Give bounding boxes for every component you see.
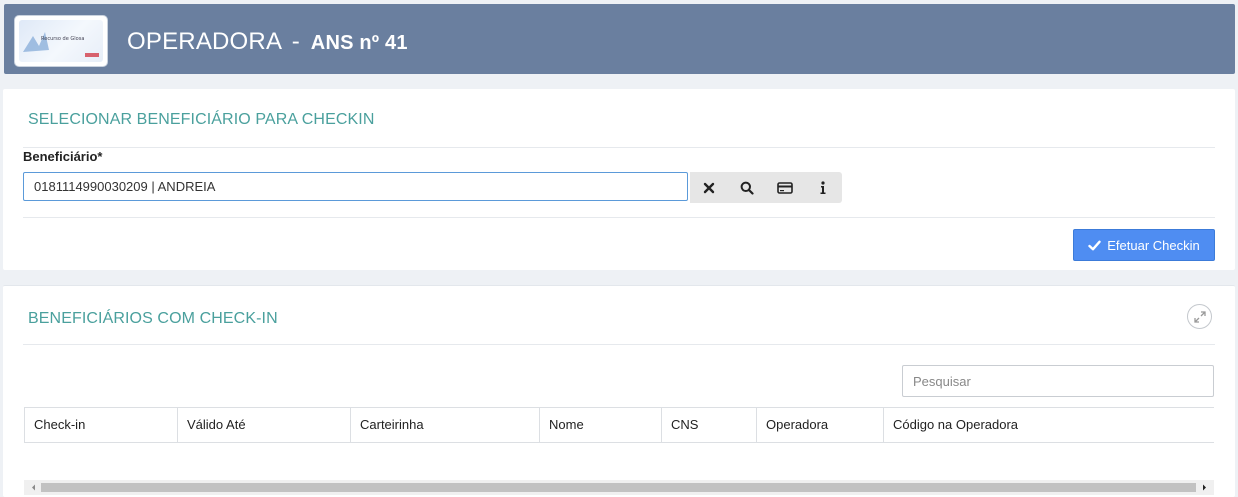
search-icon — [740, 181, 754, 195]
ans-number: ANS nº 41 — [310, 32, 408, 54]
efetuar-checkin-label: Efetuar Checkin — [1107, 237, 1200, 253]
divider — [23, 344, 1215, 345]
beneficiary-addons — [690, 172, 842, 203]
divider — [23, 147, 1215, 148]
page-title: OPERADORA - ANS nº 41 — [127, 28, 408, 56]
column-nome[interactable]: Nome — [539, 408, 661, 442]
clear-button[interactable] — [690, 172, 728, 203]
column-valido-ate[interactable]: Válido Até — [177, 408, 350, 442]
expand-icon — [1193, 310, 1206, 323]
column-operadora[interactable]: Operadora — [756, 408, 883, 442]
info-button[interactable] — [804, 172, 842, 203]
column-carteirinha[interactable]: Carteirinha — [350, 408, 539, 442]
checkin-panel: SELECIONAR BENEFICIÁRIO PARA CHECKIN Ben… — [3, 89, 1235, 270]
logo-image: Recurso de Glosa — [19, 20, 103, 62]
beneficiary-input[interactable] — [23, 172, 688, 201]
column-codigo-operadora[interactable]: Código na Operadora — [883, 408, 1214, 442]
operator-title: OPERADORA — [127, 28, 281, 55]
checked-in-section-title: BENEFICIÁRIOS COM CHECK-IN — [28, 310, 278, 327]
scroll-left-icon[interactable] — [26, 480, 41, 495]
horizontal-scrollbar[interactable] — [24, 480, 1214, 495]
expand-panel-button[interactable] — [1187, 304, 1212, 329]
scrollbar-thumb[interactable] — [41, 483, 1196, 492]
check-icon — [1088, 240, 1101, 250]
title-separator: - — [291, 28, 300, 55]
times-icon — [703, 182, 715, 193]
app-logo[interactable]: Recurso de Glosa — [14, 15, 108, 67]
checkin-section-title: SELECIONAR BENEFICIÁRIO PARA CHECKIN — [28, 111, 375, 128]
info-icon — [820, 180, 826, 194]
scroll-right-icon[interactable] — [1197, 480, 1212, 495]
top-header: Recurso de Glosa OPERADORA - ANS nº 41 — [4, 4, 1235, 74]
column-cns[interactable]: CNS — [661, 408, 756, 442]
logo-text: Recurso de Glosa — [41, 36, 85, 42]
search-button[interactable] — [728, 172, 766, 203]
checked-in-panel: BENEFICIÁRIOS COM CHECK-IN Check-in Váli… — [3, 285, 1235, 497]
card-icon — [777, 181, 793, 194]
card-button[interactable] — [766, 172, 804, 203]
divider — [23, 217, 1215, 218]
column-checkin[interactable]: Check-in — [24, 408, 177, 442]
table-header-row: Check-in Válido Até Carteirinha Nome CNS… — [24, 407, 1214, 443]
efetuar-checkin-button[interactable]: Efetuar Checkin — [1073, 229, 1215, 261]
beneficiary-label: Beneficiário* — [23, 149, 103, 164]
table-search-input[interactable] — [902, 365, 1214, 397]
